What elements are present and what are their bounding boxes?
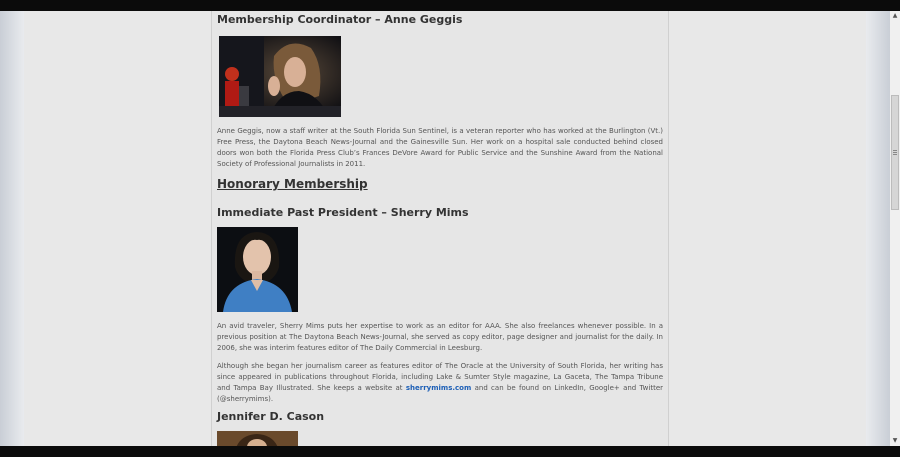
arrow-up-icon[interactable]: ▲ (890, 11, 900, 21)
cason-heading: Jennifer D. Cason (217, 410, 325, 423)
bottom-chrome-bar (0, 446, 900, 457)
coordinator-heading: Membership Coordinator – Anne Geggis (217, 13, 463, 26)
top-chrome-bar (0, 0, 900, 11)
grip-icon (893, 150, 897, 155)
coordinator-bio: Anne Geggis, now a staff writer at the S… (217, 127, 663, 168)
anne-geggis-photo (219, 36, 341, 117)
content-column: Membership Coordinator – Anne Geggis Ann… (211, 11, 669, 446)
sherrymims-website-link[interactable]: sherrymims.com (406, 384, 471, 392)
honorary-membership-link[interactable]: Honorary Membership (217, 177, 368, 191)
past-president-heading: Immediate Past President – Sherry Mims (217, 206, 469, 219)
scrollbar-thumb[interactable] (891, 95, 899, 210)
jennifer-cason-photo (217, 431, 298, 446)
arrow-down-icon[interactable]: ▼ (890, 436, 900, 446)
past-president-bio-2: Although she began her journalism career… (217, 361, 663, 405)
sherry-mims-photo (217, 227, 298, 312)
vertical-scrollbar[interactable]: ▲ ▼ (890, 11, 900, 446)
page-viewport: Membership Coordinator – Anne Geggis Ann… (0, 11, 890, 446)
past-president-bio-1: An avid traveler, Sherry Mims puts her e… (217, 322, 663, 352)
